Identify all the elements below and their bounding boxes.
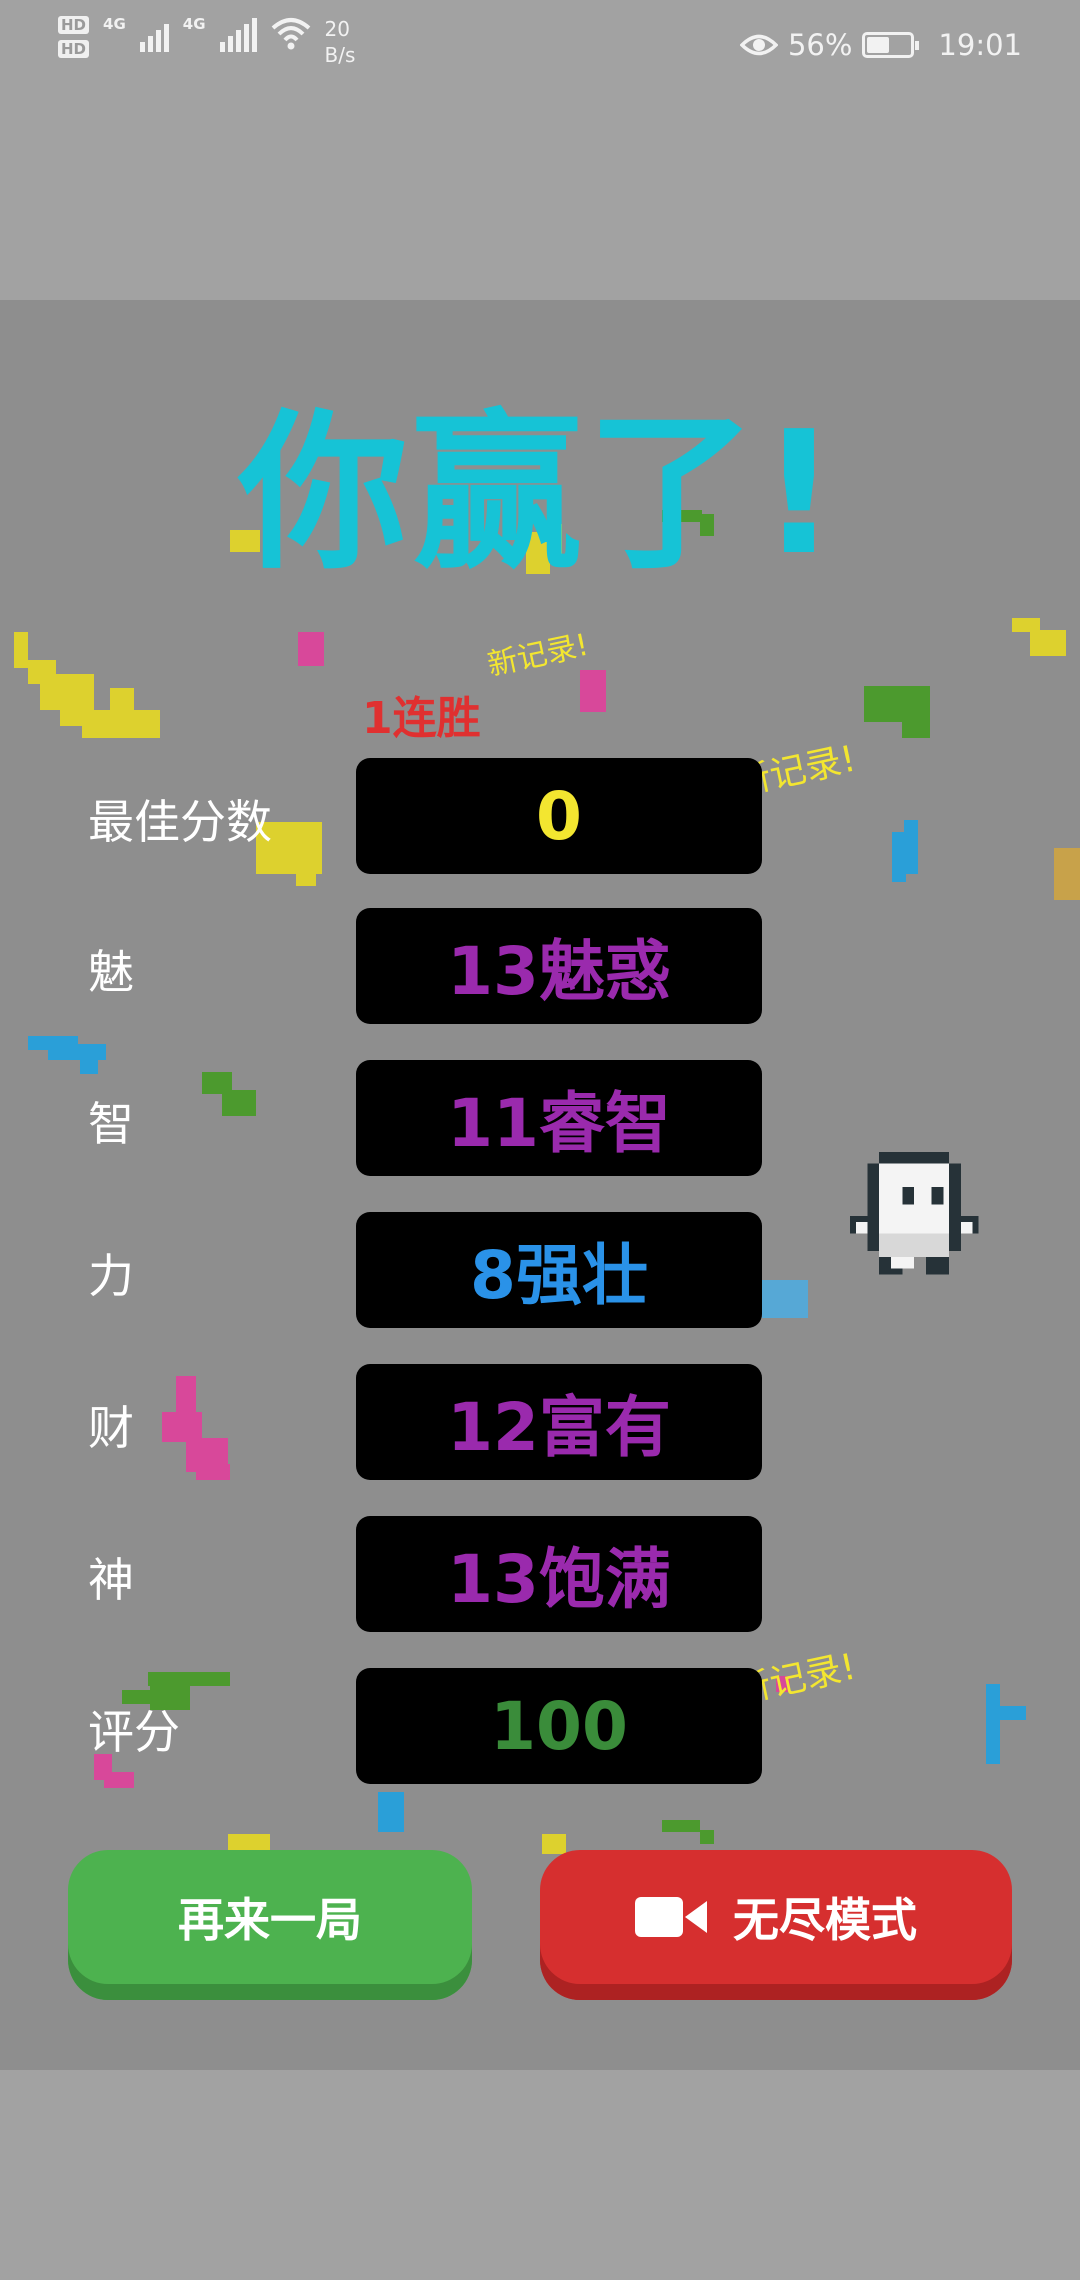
confetti-blue-9 [996,1706,1026,1720]
stat-value-spirit: 13饱满 [356,1516,762,1632]
signal-icon-2 [219,16,257,52]
network-speed: 20 B/s [325,16,356,68]
confetti-yellow-6 [110,688,134,718]
replay-button-label: 再来一局 [178,1893,362,1947]
confetti-blue-5 [904,820,918,874]
network-type-2: 4G [182,15,206,33]
stat-value-strength: 8强壮 [356,1212,762,1328]
battery-level [867,37,890,53]
confetti-blue-6 [762,1280,808,1318]
network-1: 4G [103,16,126,32]
character-sprite [850,1152,979,1275]
confetti-yellow-8 [296,866,316,886]
endless-mode-button-label: 无尽模式 [733,1893,917,1947]
confetti-green-10 [662,1820,700,1832]
confetti-pink-1 [298,632,324,666]
win-streak: 1连胜 [362,693,481,744]
hd-badge-2: HD [58,40,90,58]
stat-value-wealth: 12富有 [356,1364,762,1480]
confetti-blue-7 [378,1792,404,1832]
endless-mode-button[interactable]: 无尽模式 [540,1850,1012,2000]
confetti-yellow-15 [542,1834,566,1854]
confetti-pink-6 [196,1464,230,1480]
stat-label-wealth: 财 [88,1401,134,1455]
confetti-green-4 [902,706,930,738]
speed-value: 20 [324,17,350,41]
confetti-orange-1 [1054,848,1080,900]
stat-label-strength: 力 [88,1249,134,1303]
battery-icon [862,32,920,58]
network-2: 4G [183,16,206,32]
status-right: 56% 19:01 [739,28,1022,62]
signal-icon [139,16,169,52]
result-panel: 你赢了! 1连胜 新记录! 新记录! 新记录! 最佳分数 0 魅 13魅惑 智 … [0,300,1080,2070]
confetti-green-6 [222,1090,256,1116]
network-type-1: 4G [103,15,126,33]
confetti-pink-2 [580,670,606,712]
wifi-icon [271,18,310,50]
confetti-blue-8 [986,1684,1000,1764]
clock: 19:01 [938,28,1022,62]
stat-label-charm: 魅 [88,945,134,999]
stat-value-rating: 100 [356,1668,762,1784]
stat-value-charm: 13魅惑 [356,908,762,1024]
confetti-pink-8 [104,1772,134,1788]
status-bar: HD HD 4G 4G 20 B/s 56% 19:01 [0,0,1080,96]
hd-badge-1: HD [58,16,90,34]
confetti-yellow-13 [1030,630,1066,656]
video-camera-icon [635,1897,707,1937]
replay-button[interactable]: 再来一局 [68,1850,472,2000]
game-screen: HD HD 4G 4G 20 B/s 56% 19:01 你赢了! 1连胜 新记… [0,0,1080,2280]
confetti-yellow-1 [14,632,28,668]
hd-badges: HD HD [58,16,90,58]
stat-value-wisdom: 11睿智 [356,1060,762,1176]
battery-percent: 56% [787,28,853,62]
stat-label-wisdom: 智 [88,1097,134,1151]
speed-unit: B/s [324,43,356,67]
eye-icon [739,34,778,56]
confetti-blue-3 [80,1056,98,1074]
new-record-label-1: 新记录! [484,627,592,684]
stat-value-best-score: 0 [356,758,762,874]
stat-label-best-score: 最佳分数 [88,795,272,849]
stat-label-spirit: 神 [88,1553,134,1607]
win-title: 你赢了! [238,395,842,593]
confetti-green-11 [700,1830,714,1844]
stat-label-rating: 评分 [88,1705,180,1759]
status-left: HD HD 4G 4G 20 B/s [58,16,355,68]
